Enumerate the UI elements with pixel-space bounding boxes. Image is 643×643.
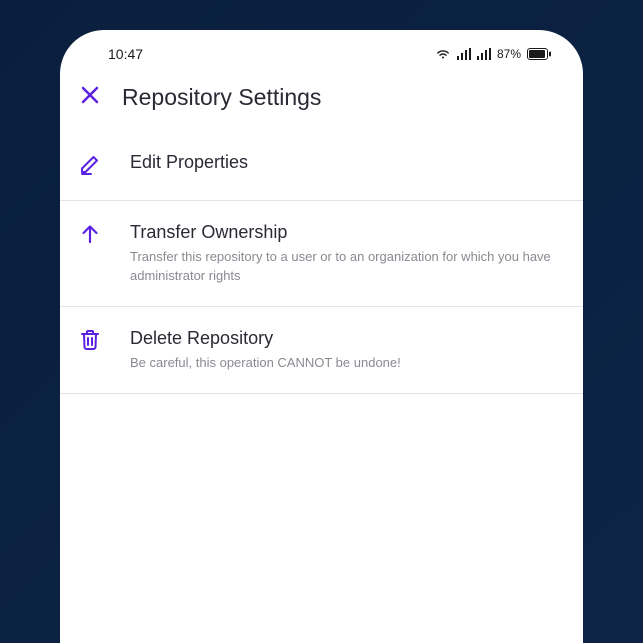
edit-icon xyxy=(78,152,102,176)
arrow-up-icon xyxy=(78,222,102,246)
close-button[interactable] xyxy=(78,86,102,110)
battery-icon xyxy=(527,48,551,60)
phone-frame: 10:47 xyxy=(60,30,583,643)
signal-icon-2 xyxy=(477,48,491,60)
item-title: Delete Repository xyxy=(130,327,565,350)
item-title: Transfer Ownership xyxy=(130,221,565,244)
status-bar: 10:47 xyxy=(60,30,583,70)
delete-repository-item[interactable]: Delete Repository Be careful, this opera… xyxy=(60,307,583,394)
item-subtitle: Be careful, this operation CANNOT be und… xyxy=(130,354,565,373)
item-content: Transfer Ownership Transfer this reposit… xyxy=(130,221,565,286)
item-subtitle: Transfer this repository to a user or to… xyxy=(130,248,565,286)
signal-icon xyxy=(457,48,471,60)
wifi-icon xyxy=(435,48,451,60)
edit-properties-item[interactable]: Edit Properties xyxy=(60,129,583,201)
item-content: Delete Repository Be careful, this opera… xyxy=(130,327,565,373)
item-title: Edit Properties xyxy=(130,151,565,174)
settings-list: Edit Properties Transfer Ownership Trans… xyxy=(60,129,583,394)
header: Repository Settings xyxy=(60,70,583,129)
item-content: Edit Properties xyxy=(130,151,565,174)
transfer-ownership-item[interactable]: Transfer Ownership Transfer this reposit… xyxy=(60,201,583,307)
battery-percentage: 87% xyxy=(497,47,521,61)
close-icon xyxy=(80,85,100,110)
page-title: Repository Settings xyxy=(122,84,321,111)
status-right: 87% xyxy=(435,47,551,61)
status-time: 10:47 xyxy=(108,46,143,62)
trash-icon xyxy=(78,328,102,352)
